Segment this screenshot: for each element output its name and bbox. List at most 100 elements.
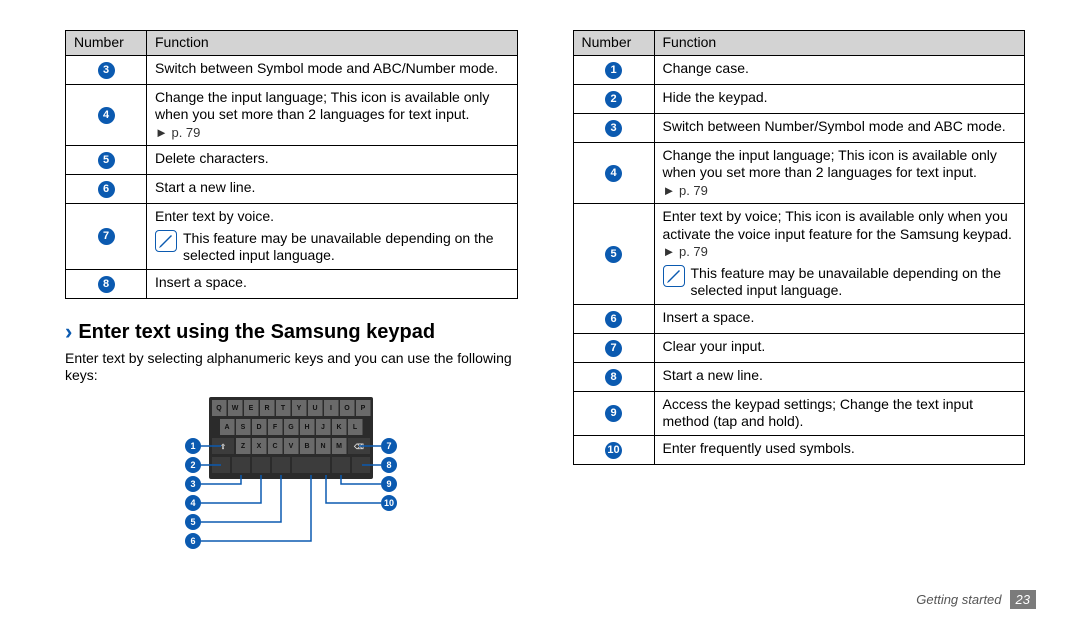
callout-number-icon: 8 — [605, 369, 622, 386]
svg-text:D: D — [257, 424, 262, 431]
callout-number-icon: 4 — [605, 165, 622, 182]
table-row: 8 Start a new line. — [573, 362, 1025, 391]
svg-text:3: 3 — [191, 479, 196, 489]
table-row: 4 Change the input language; This icon i… — [573, 142, 1025, 204]
page-reference: ► p. 79 — [663, 244, 708, 259]
function-text: Start a new line. — [147, 175, 518, 204]
table-row: 7 Clear your input. — [573, 333, 1025, 362]
callout-number-icon: 1 — [605, 62, 622, 79]
svg-text:O: O — [345, 405, 351, 412]
svg-text:I: I — [330, 405, 332, 412]
svg-text:G: G — [289, 424, 295, 431]
function-text: Enter text by voice. This feature may be… — [147, 204, 518, 270]
svg-text:6: 6 — [191, 536, 196, 546]
svg-text:4: 4 — [191, 498, 196, 508]
function-table-right: Number Function 1 Change case. 2 Hide th… — [573, 30, 1026, 465]
svg-text:7: 7 — [387, 441, 392, 451]
svg-text:1: 1 — [191, 441, 196, 451]
callout-number-icon: 7 — [98, 228, 115, 245]
footer-page-number: 23 — [1010, 590, 1036, 609]
col-number-header: Number — [66, 31, 147, 56]
col-number-header: Number — [573, 31, 654, 56]
function-text: Change the input language; This icon is … — [654, 142, 1025, 204]
heading-text: Enter text using the Samsung keypad — [78, 321, 435, 344]
function-text: Hide the keypad. — [654, 84, 1025, 113]
svg-text:⌫: ⌫ — [353, 443, 364, 451]
svg-text:W: W — [232, 405, 239, 412]
function-text: Start a new line. — [654, 362, 1025, 391]
function-table-left: Number Function 3 Switch between Symbol … — [65, 30, 518, 299]
svg-text:R: R — [265, 405, 270, 412]
svg-text:N: N — [321, 443, 326, 450]
function-text: Switch between Symbol mode and ABC/Numbe… — [147, 55, 518, 84]
function-text: Insert a space. — [654, 304, 1025, 333]
table-row: 3 Switch between Number/Symbol mode and … — [573, 113, 1025, 142]
table-row: 7 Enter text by voice. This feature may … — [66, 204, 518, 270]
callout-number-icon: 4 — [98, 107, 115, 124]
callout-number-icon: 5 — [98, 152, 115, 169]
callout-number-icon: 3 — [605, 120, 622, 137]
svg-text:Y: Y — [297, 405, 302, 412]
svg-text:8: 8 — [387, 460, 392, 470]
svg-text:S: S — [241, 424, 246, 431]
svg-text:P: P — [361, 405, 366, 412]
function-text: Change the input language; This icon is … — [147, 84, 518, 146]
table-row: 3 Switch between Symbol mode and ABC/Num… — [66, 55, 518, 84]
note-text: This feature may be unavailable dependin… — [691, 265, 1017, 300]
table-row: 5 Enter text by voice; This icon is avai… — [573, 204, 1025, 305]
table-row: 2 Hide the keypad. — [573, 84, 1025, 113]
svg-text:T: T — [281, 405, 286, 412]
svg-text:J: J — [321, 424, 325, 431]
svg-text:Z: Z — [241, 443, 246, 450]
note-text: This feature may be unavailable dependin… — [183, 230, 509, 265]
section-body: Enter text by selecting alphanumeric key… — [65, 350, 518, 385]
callout-number-icon: 7 — [605, 340, 622, 357]
svg-text:F: F — [273, 424, 278, 431]
callout-number-icon: 10 — [605, 442, 622, 459]
callout-number-icon: 9 — [605, 405, 622, 422]
samsung-keypad-figure: Q W E R T Y U I O P — [65, 397, 518, 577]
function-text: Change case. — [654, 55, 1025, 84]
callout-number-icon: 3 — [98, 62, 115, 79]
svg-text:V: V — [289, 443, 294, 450]
svg-text:X: X — [257, 443, 262, 450]
callout-number-icon: 2 — [605, 91, 622, 108]
svg-text:A: A — [225, 424, 230, 431]
callout-number-icon: 8 — [98, 276, 115, 293]
table-row: 9 Access the keypad settings; Change the… — [573, 391, 1025, 435]
svg-text:2: 2 — [191, 460, 196, 470]
callout-number-icon: 6 — [605, 311, 622, 328]
svg-text:K: K — [337, 424, 342, 431]
col-function-header: Function — [147, 31, 518, 56]
callout-number-icon: 6 — [98, 181, 115, 198]
table-row: 4 Change the input language; This icon i… — [66, 84, 518, 146]
svg-text:⇧: ⇧ — [220, 443, 226, 451]
note-icon — [155, 230, 177, 252]
function-text: Enter frequently used symbols. — [654, 435, 1025, 464]
footer-section: Getting started — [916, 592, 1001, 607]
page-reference: ► p. 79 — [155, 125, 200, 140]
svg-text:10: 10 — [384, 498, 394, 508]
col-function-header: Function — [654, 31, 1025, 56]
svg-text:E: E — [249, 405, 254, 412]
svg-text:5: 5 — [191, 517, 196, 527]
svg-text:B: B — [305, 443, 310, 450]
page-footer: Getting started 23 — [916, 590, 1036, 609]
callout-number-icon: 5 — [605, 246, 622, 263]
table-row: 6 Insert a space. — [573, 304, 1025, 333]
function-text: Switch between Number/Symbol mode and AB… — [654, 113, 1025, 142]
key-row2: A S D F G H J K L — [220, 419, 363, 435]
function-text: Insert a space. — [147, 269, 518, 298]
svg-text:M: M — [336, 443, 342, 450]
function-text: Access the keypad settings; Change the t… — [654, 391, 1025, 435]
svg-text:Q: Q — [217, 405, 223, 412]
section-heading: › Enter text using the Samsung keypad — [65, 321, 518, 344]
table-row: 6 Start a new line. — [66, 175, 518, 204]
table-row: 1 Change case. — [573, 55, 1025, 84]
chevron-right-icon: › — [65, 321, 72, 343]
svg-text:U: U — [313, 405, 318, 412]
table-row: 8 Insert a space. — [66, 269, 518, 298]
svg-text:L: L — [353, 424, 358, 431]
svg-text:C: C — [273, 443, 278, 450]
function-text: Delete characters. — [147, 146, 518, 175]
